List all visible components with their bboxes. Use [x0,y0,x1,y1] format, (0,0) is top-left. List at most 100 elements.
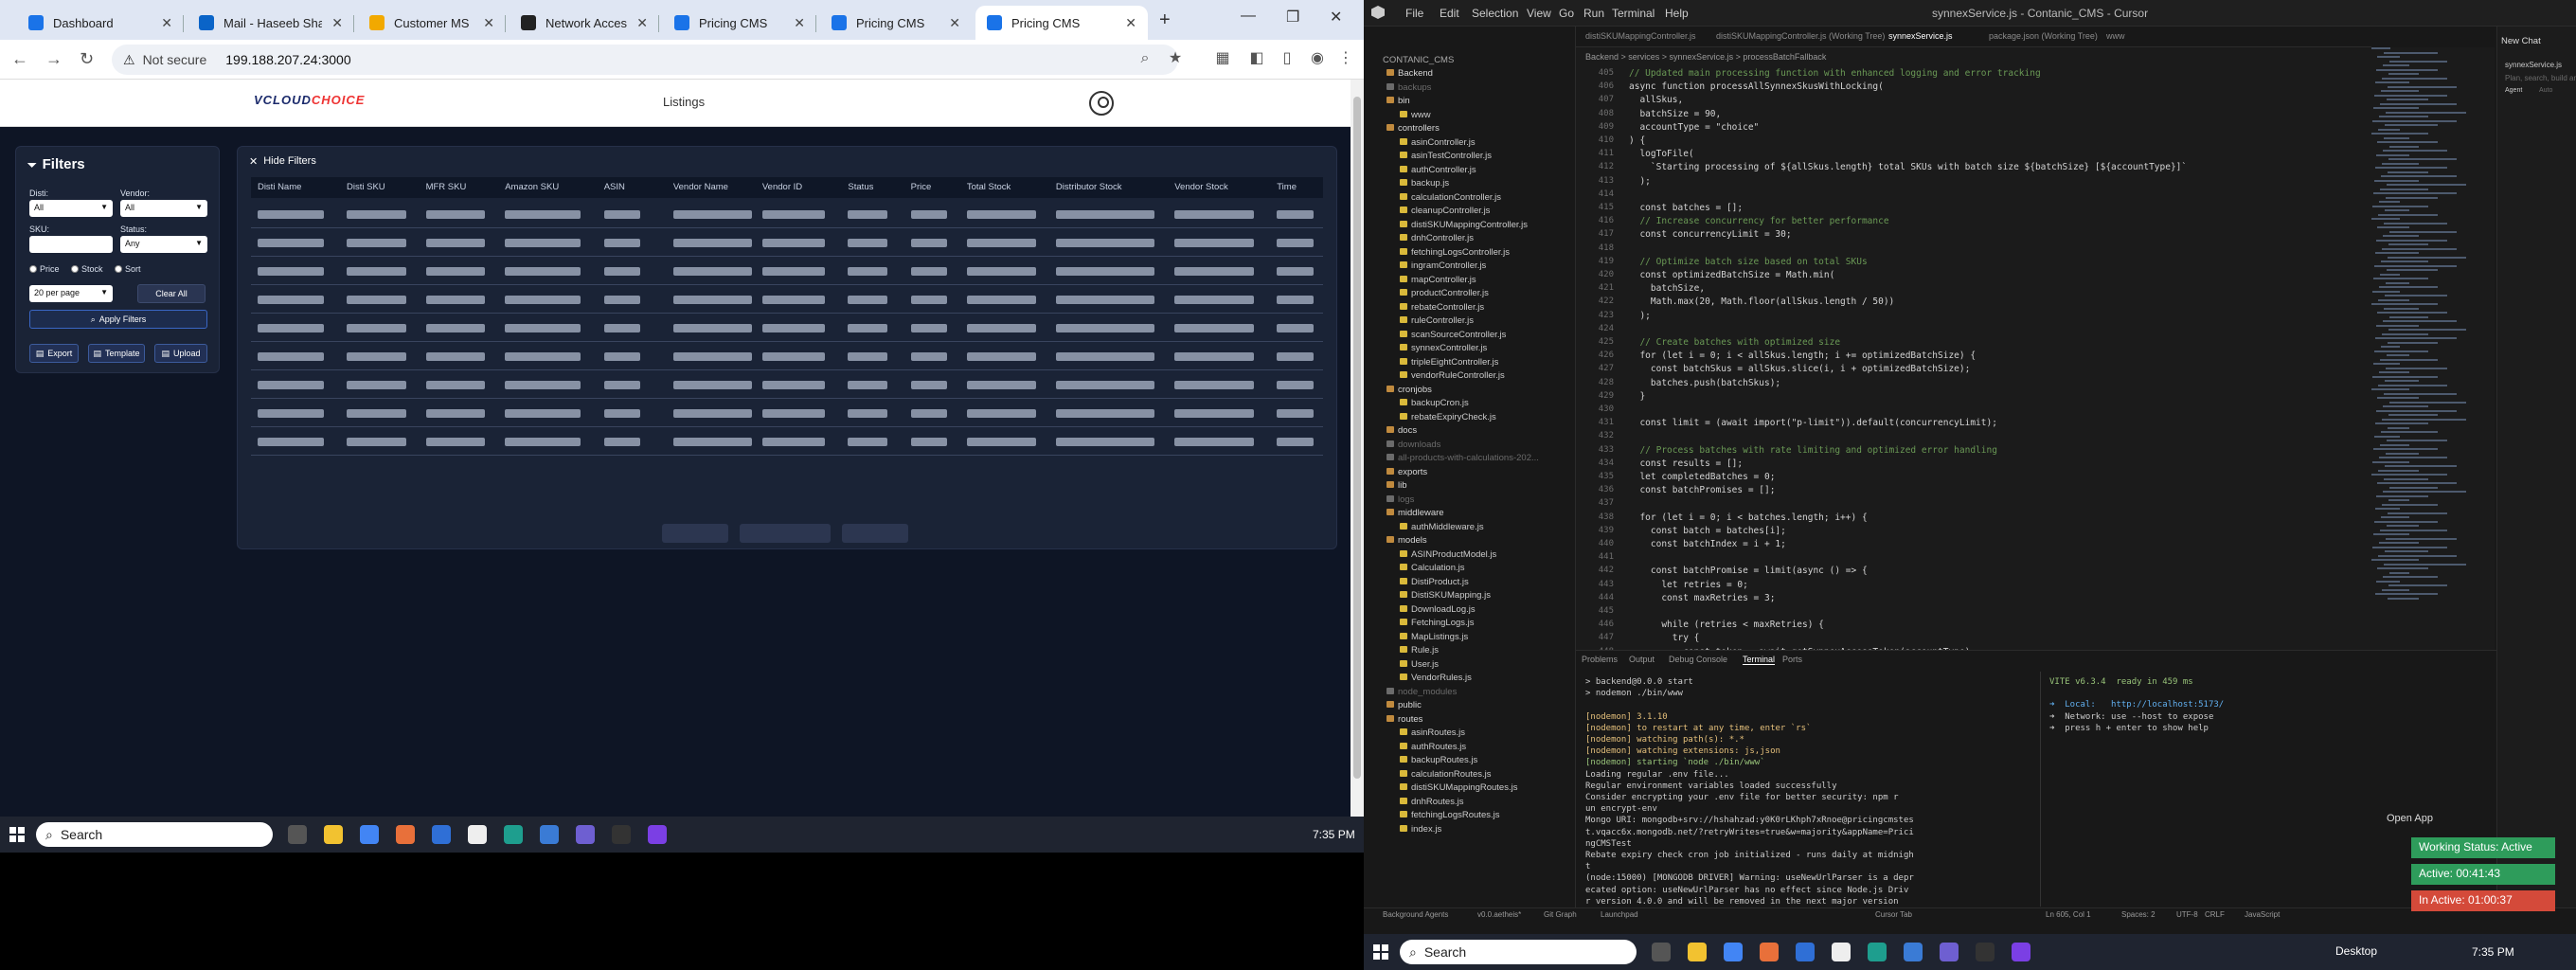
explorer-item[interactable]: docs [1386,425,1417,436]
sku-input[interactable] [29,236,113,253]
radio-stock[interactable]: Stock [71,264,103,274]
explorer-item[interactable]: routes [1386,714,1422,725]
table-row[interactable] [251,427,1323,456]
explorer-item[interactable]: asinTestController.js [1400,151,1492,161]
column-header[interactable]: Status [848,182,873,192]
explorer-item[interactable]: asinController.js [1400,137,1476,148]
template-button[interactable]: ▤ Template [88,344,145,363]
explorer-item[interactable]: dnhController.js [1400,233,1474,243]
table-row[interactable] [251,370,1323,399]
vscode-icon[interactable] [1868,943,1887,961]
menu-help[interactable]: Help [1665,7,1689,20]
explorer-item[interactable]: all-products-with-calculations-202... [1386,453,1539,463]
chrome-icon[interactable] [1724,943,1743,961]
explorer-item[interactable]: distiSKUMappingRoutes.js [1400,782,1517,793]
column-header[interactable]: Vendor Stock [1174,182,1228,192]
close-icon[interactable]: ✕ [794,15,805,31]
column-header[interactable]: Vendor Name [673,182,728,192]
onenote-icon[interactable] [648,825,667,844]
menu-terminal[interactable]: Terminal [1612,7,1655,20]
radio-sort[interactable]: Sort [115,264,141,274]
browser-tab[interactable]: Mail - Haseeb Sha ✕ [188,6,354,40]
table-row[interactable] [251,228,1323,257]
menu-icon[interactable]: ⋮ [1337,50,1354,67]
explorer-item[interactable]: ASINProductModel.js [1400,549,1496,560]
teams-icon[interactable] [1940,943,1959,961]
explorer-item[interactable]: calculationController.js [1400,192,1501,203]
file-explorer-icon[interactable] [1688,943,1707,961]
zoom-icon[interactable] [1796,943,1815,961]
explorer-item[interactable]: backupRoutes.js [1400,755,1477,765]
cursor-icon[interactable] [1904,943,1923,961]
clear-all-button[interactable]: Clear All [137,284,206,303]
onenote-icon[interactable] [2012,943,2030,961]
status-item[interactable]: JavaScript [2245,910,2280,919]
explorer-item[interactable]: Rule.js [1400,645,1439,656]
chrome-icon[interactable] [360,825,379,844]
table-row[interactable] [251,314,1323,342]
close-icon[interactable]: ✕ [483,15,494,31]
browser-tab[interactable]: Pricing CMS ✕ [820,6,972,40]
column-header[interactable]: ASIN [604,182,625,192]
explorer-item[interactable]: vendorRuleController.js [1400,370,1505,381]
editor-tab[interactable]: synnexService.js [1888,31,1953,41]
desktop-label[interactable]: Desktop [2335,944,2377,958]
browser-tab[interactable]: Pricing CMS ✕ [975,6,1148,40]
menu-file[interactable]: File [1405,7,1423,20]
firefox-icon[interactable] [396,825,415,844]
profile-icon[interactable]: ◉ [1309,50,1326,67]
close-window-icon[interactable]: ✕ [1330,8,1342,27]
explorer-item[interactable]: calculationRoutes.js [1400,769,1492,780]
extensions-icon[interactable]: ▦ [1214,50,1231,67]
explorer-item[interactable]: exports [1386,467,1427,477]
editor-tab[interactable]: distiSKUMappingController.js [1585,31,1696,41]
explorer-item[interactable]: DistiSKUMapping.js [1400,590,1491,601]
table-row[interactable] [251,200,1323,228]
close-icon[interactable]: ✕ [161,15,172,31]
terminal-tab[interactable]: Terminal [1743,655,1776,665]
explorer-item[interactable]: bin [1386,96,1410,106]
windows-start-icon[interactable] [1373,944,1388,960]
table-row[interactable] [251,399,1323,427]
explorer-item[interactable]: asinRoutes.js [1400,728,1465,738]
column-header[interactable]: Disti Name [258,182,301,192]
menu-selection[interactable]: Selection [1472,7,1518,20]
export-button[interactable]: ▤ Export [29,344,79,363]
explorer-item[interactable]: FetchingLogs.js [1400,618,1475,628]
menu-go[interactable]: Go [1559,7,1574,20]
firefox-icon[interactable] [1760,943,1779,961]
explorer-item[interactable]: productController.js [1400,288,1489,298]
url-text[interactable]: 199.188.207.24:3000 [225,52,350,67]
zoom-icon[interactable]: ⌕ [1136,50,1154,67]
explorer-item[interactable]: rebateController.js [1400,302,1484,313]
chat-file-chip[interactable]: synnexService.js [2505,61,2562,69]
status-item[interactable]: Ln 605, Col 1 [2046,910,2091,919]
explorer-item[interactable]: Backend [1386,68,1433,79]
explorer-item[interactable]: tripleEightController.js [1400,357,1498,368]
sidepanel-icon[interactable]: ▯ [1279,50,1296,67]
status-select[interactable]: Any ▼ [120,236,207,253]
teams-icon[interactable] [576,825,595,844]
browser-tab[interactable]: Dashboard ✕ [17,6,184,40]
file-explorer-icon[interactable] [324,825,343,844]
explorer-item[interactable]: DistiProduct.js [1400,577,1469,587]
status-item[interactable]: UTF-8 [2176,910,2198,919]
chat-input[interactable]: Plan, search, build anything [2505,74,2576,82]
agent-select[interactable]: Agent [2505,87,2522,94]
per-page-select[interactable]: 20 per page ▼ [29,285,113,302]
explorer-item[interactable]: fetchingLogsController.js [1400,247,1510,258]
explorer-item[interactable]: VendorRules.js [1400,673,1472,683]
status-item[interactable]: CRLF [2205,910,2225,919]
explorer-item[interactable]: synnexController.js [1400,343,1487,353]
browser-tab[interactable]: Pricing CMS ✕ [663,6,816,40]
pagination-next[interactable] [842,524,908,543]
nav-listings[interactable]: Listings [663,95,705,109]
open-app-button[interactable]: Open App [2387,813,2453,832]
menu-view[interactable]: View [1527,7,1551,20]
minimap[interactable] [2371,47,2495,650]
explorer-item[interactable]: rebateExpiryCheck.js [1400,412,1496,422]
explorer-item[interactable]: authController.js [1400,165,1476,175]
explorer-item[interactable]: mapController.js [1400,275,1476,285]
cursor-icon[interactable] [540,825,559,844]
browser-tab[interactable]: Network Access | C ✕ [510,6,659,40]
